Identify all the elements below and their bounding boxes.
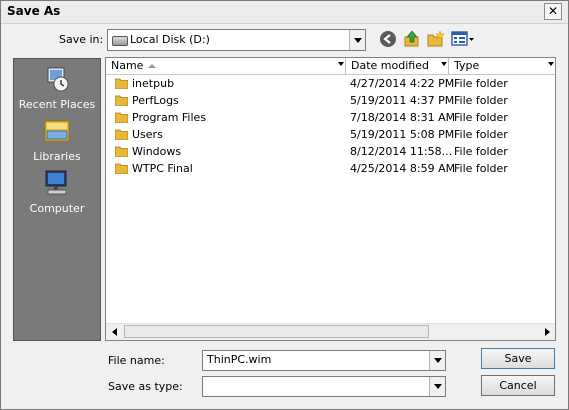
views-menu-button[interactable] bbox=[451, 30, 475, 48]
place-computer[interactable]: Computer bbox=[14, 169, 100, 215]
cancel-button[interactable]: Cancel bbox=[481, 375, 555, 396]
file-name-cell: WTPC Final bbox=[132, 162, 193, 175]
file-name-dropdown-button[interactable] bbox=[429, 351, 445, 370]
date-modified-cell: 4/27/2014 4:22 PM bbox=[350, 77, 455, 90]
save-in-dropdown-button[interactable] bbox=[349, 30, 365, 50]
dialog-title: Save As bbox=[7, 4, 61, 18]
file-name-value: ThinPC.wim bbox=[207, 353, 272, 366]
column-name-label: Name bbox=[111, 59, 144, 72]
file-name-input[interactable]: ThinPC.wim bbox=[202, 350, 446, 371]
folder-icon bbox=[115, 78, 128, 89]
places-bar: Recent Places Libraries Computer bbox=[13, 58, 101, 341]
date-modified-cell: 5/19/2011 4:37 PM bbox=[350, 94, 455, 107]
list-item[interactable]: Windows 8/12/2014 11:58... File folder bbox=[106, 143, 555, 160]
recent-places-icon bbox=[47, 67, 69, 92]
column-dropdown-icon[interactable] bbox=[548, 62, 554, 66]
column-header-name[interactable]: Name bbox=[106, 58, 346, 74]
date-modified-cell: 4/25/2014 8:59 AM bbox=[350, 162, 456, 175]
list-item[interactable]: inetpub 4/27/2014 4:22 PM File folder bbox=[106, 75, 555, 92]
type-cell: File folder bbox=[454, 94, 508, 107]
up-folder-icon bbox=[404, 30, 419, 47]
column-dropdown-icon[interactable] bbox=[338, 62, 344, 66]
new-folder-icon bbox=[427, 30, 445, 47]
close-button[interactable]: ✕ bbox=[544, 3, 562, 20]
place-label: Recent Places bbox=[18, 98, 96, 111]
list-item[interactable]: Program Files 7/18/2014 8:31 AM File folde… bbox=[106, 109, 555, 126]
place-recent-places[interactable]: Recent Places bbox=[14, 65, 100, 111]
views-menu-icon bbox=[451, 31, 474, 46]
chevron-down-icon bbox=[433, 384, 442, 389]
back-icon bbox=[380, 31, 396, 47]
chevron-left-icon bbox=[111, 328, 117, 336]
list-item[interactable]: Users 5/19/2011 5:08 PM File folder bbox=[106, 126, 555, 143]
file-list[interactable]: Name Date modified Type inetpub 4/27/2014… bbox=[105, 57, 556, 341]
horizontal-scrollbar[interactable] bbox=[106, 323, 555, 340]
computer-icon bbox=[45, 170, 67, 195]
save-in-label: Save in: bbox=[59, 33, 104, 46]
folder-icon bbox=[115, 95, 128, 106]
folder-icon bbox=[115, 146, 128, 157]
list-item[interactable]: PerfLogs 5/19/2011 4:37 PM File folder bbox=[106, 92, 555, 109]
save-as-type-dropdown-button[interactable] bbox=[429, 377, 445, 396]
column-header-date[interactable]: Date modified bbox=[346, 58, 449, 74]
date-modified-cell: 5/19/2011 5:08 PM bbox=[350, 128, 455, 141]
type-cell: File folder bbox=[454, 111, 508, 124]
chevron-down-icon bbox=[353, 37, 362, 43]
close-icon: ✕ bbox=[547, 4, 559, 18]
save-as-type-label: Save as type: bbox=[108, 380, 183, 393]
column-header-row: Name Date modified Type bbox=[106, 58, 555, 75]
place-label: Libraries bbox=[33, 150, 81, 163]
place-label: Computer bbox=[29, 202, 85, 215]
folder-icon bbox=[115, 112, 128, 123]
column-header-type[interactable]: Type bbox=[449, 58, 555, 74]
file-name-cell: Users bbox=[132, 128, 163, 141]
file-name-cell: inetpub bbox=[132, 77, 175, 90]
scroll-thumb[interactable] bbox=[124, 325, 429, 338]
list-item[interactable]: WTPC Final 4/25/2014 8:59 AM File folder bbox=[106, 160, 555, 177]
column-date-label: Date modified bbox=[351, 59, 429, 72]
file-name-cell: PerfLogs bbox=[132, 94, 179, 107]
scroll-right-button[interactable] bbox=[539, 324, 555, 340]
chevron-right-icon bbox=[544, 328, 550, 336]
file-name-cell: Program Files bbox=[132, 111, 207, 124]
back-button[interactable] bbox=[379, 30, 399, 48]
place-libraries[interactable]: Libraries bbox=[14, 117, 100, 163]
save-button[interactable]: Save bbox=[481, 348, 555, 369]
type-cell: File folder bbox=[454, 77, 508, 90]
file-name-label: File name: bbox=[108, 354, 165, 367]
save-in-value: Local Disk (D:) bbox=[130, 33, 210, 46]
save-as-dialog: Save As ✕ Save in: Local Disk (D:) Recen… bbox=[0, 0, 569, 410]
drive-icon bbox=[112, 36, 128, 46]
type-cell: File folder bbox=[454, 162, 508, 175]
new-folder-button[interactable] bbox=[427, 30, 447, 48]
title-bar: Save As ✕ bbox=[1, 1, 568, 24]
column-dropdown-icon[interactable] bbox=[441, 62, 447, 66]
save-in-combo[interactable]: Local Disk (D:) bbox=[107, 29, 366, 51]
type-cell: File folder bbox=[454, 145, 508, 158]
date-modified-cell: 7/18/2014 8:31 AM bbox=[350, 111, 456, 124]
sort-ascending-icon bbox=[148, 64, 156, 68]
save-as-type-select[interactable] bbox=[202, 376, 446, 397]
date-modified-cell: 8/12/2014 11:58... bbox=[350, 145, 453, 158]
chevron-down-icon bbox=[433, 358, 442, 363]
up-folder-button[interactable] bbox=[403, 30, 423, 48]
libraries-icon bbox=[44, 120, 70, 142]
type-cell: File folder bbox=[454, 128, 508, 141]
scroll-left-button[interactable] bbox=[106, 324, 122, 340]
column-type-label: Type bbox=[454, 59, 480, 72]
folder-icon bbox=[115, 129, 128, 140]
folder-icon bbox=[115, 163, 128, 174]
file-name-cell: Windows bbox=[132, 145, 182, 158]
